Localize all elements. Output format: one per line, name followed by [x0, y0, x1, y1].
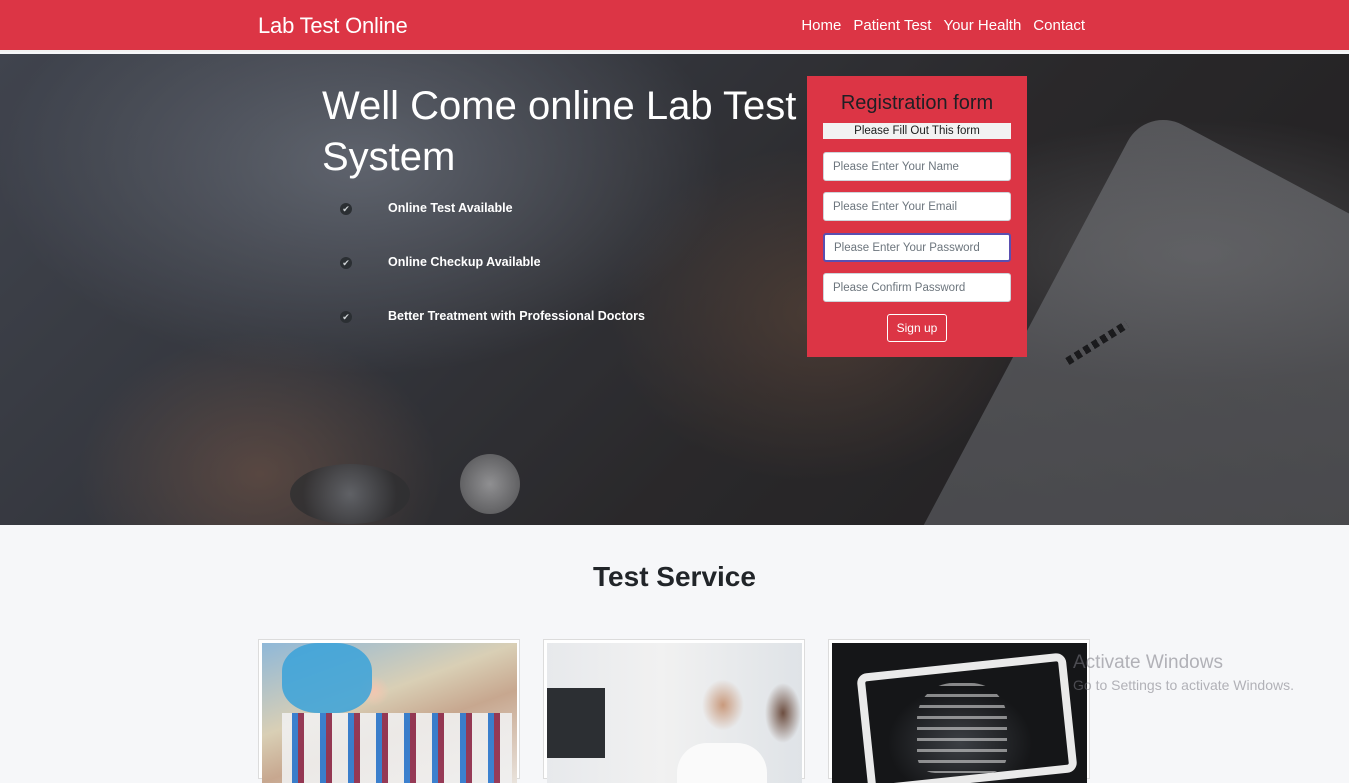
nav-link-contact[interactable]: Contact: [1033, 17, 1085, 34]
name-input[interactable]: [823, 152, 1011, 181]
feature-item: ✔ Better Treatment with Professional Doc…: [340, 309, 645, 323]
registration-form: Registration form Please Fill Out This f…: [807, 76, 1027, 357]
watermark-subtitle: Go to Settings to activate Windows.: [1073, 677, 1294, 693]
confirm-password-input[interactable]: [823, 273, 1011, 302]
doctor-coat-shape: [677, 743, 767, 783]
service-card-lab[interactable]: [258, 639, 520, 783]
password-input[interactable]: [823, 233, 1011, 262]
doctor-consultation-image: [547, 643, 802, 783]
feature-item: ✔ Online Checkup Available: [340, 255, 541, 269]
windows-activation-watermark: Activate Windows Go to Settings to activ…: [1073, 652, 1294, 693]
nav-link-patient-test[interactable]: Patient Test: [853, 17, 931, 34]
nav-links: Home Patient Test Your Health Contact: [801, 17, 1085, 34]
feature-label: Better Treatment with Professional Docto…: [388, 309, 646, 323]
feature-label: Online Checkup Available: [388, 255, 541, 269]
navbar: Lab Test Online Home Patient Test Your H…: [0, 0, 1349, 52]
monitor-shape: [547, 688, 605, 758]
test-tubes-shape: [282, 713, 512, 783]
check-circle-icon: ✔: [340, 203, 352, 215]
brand-logo[interactable]: Lab Test Online: [258, 13, 408, 39]
form-title: Registration form: [840, 92, 994, 114]
check-circle-icon: ✔: [340, 257, 352, 269]
section-title: Test Service: [593, 561, 756, 592]
form-subtitle: Please Fill Out This form: [823, 123, 1011, 139]
nav-link-home[interactable]: Home: [801, 17, 841, 34]
hero-title: Well Come online Lab Test System: [322, 84, 797, 179]
service-card-xray[interactable]: [828, 639, 1090, 783]
lab-test-tubes-image: [262, 643, 517, 783]
check-circle-icon: ✔: [340, 311, 352, 323]
signup-button[interactable]: Sign up: [887, 314, 947, 342]
xray-ribs-shape: [917, 683, 1007, 773]
feature-item: ✔ Online Test Available: [340, 201, 513, 215]
email-input[interactable]: [823, 192, 1011, 221]
glove-shape: [282, 643, 372, 713]
nav-link-your-health[interactable]: Your Health: [943, 17, 1021, 34]
watermark-title: Activate Windows: [1073, 652, 1223, 673]
service-card-checkup[interactable]: [543, 639, 805, 783]
feature-label: Online Test Available: [388, 201, 513, 215]
xray-tablet-image: [832, 643, 1087, 783]
